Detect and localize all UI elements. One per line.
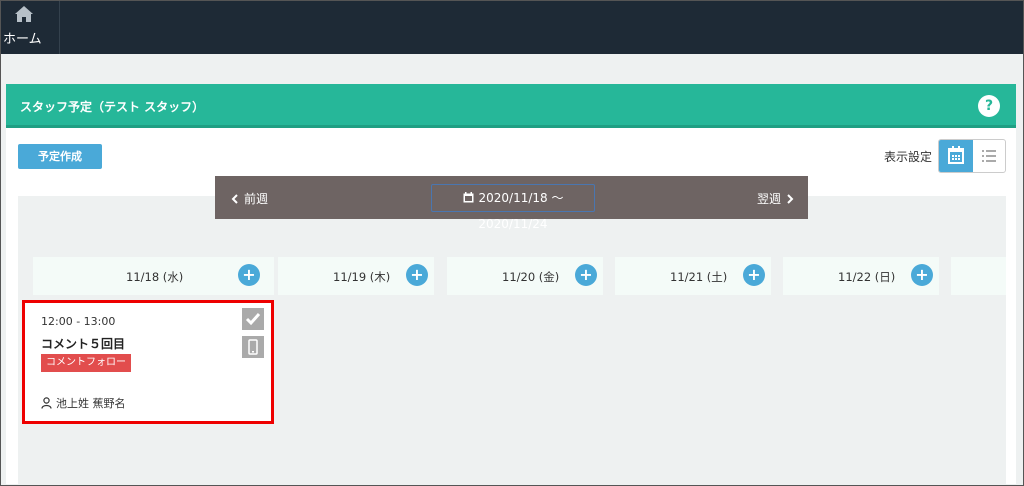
day-label: 11/22 (日) (838, 270, 896, 284)
calendar-view-button[interactable] (939, 140, 973, 172)
day-label: 11/20 (金) (502, 270, 560, 284)
help-icon[interactable]: ? (978, 95, 1000, 117)
day-label: 11/21 (土) (670, 270, 728, 284)
event-user-name: 池上姓 蕉野名 (56, 397, 126, 410)
list-icon (982, 150, 996, 162)
event-title: コメント５回目 (41, 337, 126, 351)
mobile-phone-icon (248, 339, 258, 355)
day-header-1121: 11/21 (土) + (615, 257, 771, 295)
calendar-icon (948, 146, 964, 164)
staff-schedule-panel: スタッフ予定（テスト スタッフ） ? 予定作成 表示設定 11/18 (水) +… (6, 84, 1016, 484)
day-header-1122: 11/22 (日) + (783, 257, 939, 295)
user-icon (41, 397, 52, 409)
event-user: 池上姓 蕉野名 (41, 395, 126, 411)
chevron-right-icon (787, 194, 794, 204)
top-navbar: ホーム (0, 0, 1024, 54)
chevron-left-icon (231, 194, 238, 204)
event-card-highlighted[interactable]: 12:00 - 13:00 コメント５回目 コメントフォロー 池上姓 蕉野名 (22, 300, 274, 424)
check-icon (245, 313, 261, 326)
panel-header: スタッフ予定（テスト スタッフ） ? (6, 84, 1016, 128)
display-settings-label: 表示設定 (884, 150, 933, 164)
add-event-icon[interactable]: + (743, 264, 765, 286)
day-header-1118: 11/18 (水) + (33, 257, 274, 295)
complete-check-button[interactable] (242, 308, 264, 330)
event-tag: コメントフォロー (41, 354, 131, 372)
next-week-label: 翌週 (757, 192, 782, 206)
event-time: 12:00 - 13:00 (41, 315, 116, 328)
home-icon (15, 6, 33, 22)
list-view-button[interactable] (973, 140, 1005, 172)
mobile-button[interactable] (242, 336, 264, 358)
next-week-link[interactable]: 翌週 (757, 190, 794, 207)
add-event-icon[interactable]: + (238, 264, 260, 286)
day-label: 11/19 (木) (333, 270, 391, 284)
add-event-icon[interactable]: + (575, 264, 597, 286)
prev-week-label: 前週 (244, 192, 269, 206)
view-toggle (938, 139, 1006, 173)
add-event-icon[interactable]: + (406, 264, 428, 286)
date-range-button[interactable]: 2020/11/18 ～ 2020/11/24 (431, 184, 595, 231)
home-nav-label: ホーム (3, 32, 42, 47)
create-schedule-button[interactable]: 予定作成 (18, 144, 102, 169)
panel-title: スタッフ予定（テスト スタッフ） (20, 100, 205, 114)
day-header-partial (951, 257, 1006, 295)
event-card-body: 12:00 - 13:00 コメント５回目 コメントフォロー 池上姓 蕉野名 (28, 306, 268, 418)
week-navigator: 前週 2020/11/18 ～ 2020/11/24 翌週 (215, 176, 808, 231)
add-event-icon[interactable]: + (911, 264, 933, 286)
prev-week-link[interactable]: 前週 (231, 190, 268, 207)
home-nav-button[interactable]: ホーム (0, 0, 60, 54)
day-header-1119: 11/19 (木) + (278, 257, 434, 295)
day-label: 11/18 (水) (126, 270, 184, 284)
day-header-1120: 11/20 (金) + (447, 257, 603, 295)
calendar-icon (463, 192, 473, 203)
